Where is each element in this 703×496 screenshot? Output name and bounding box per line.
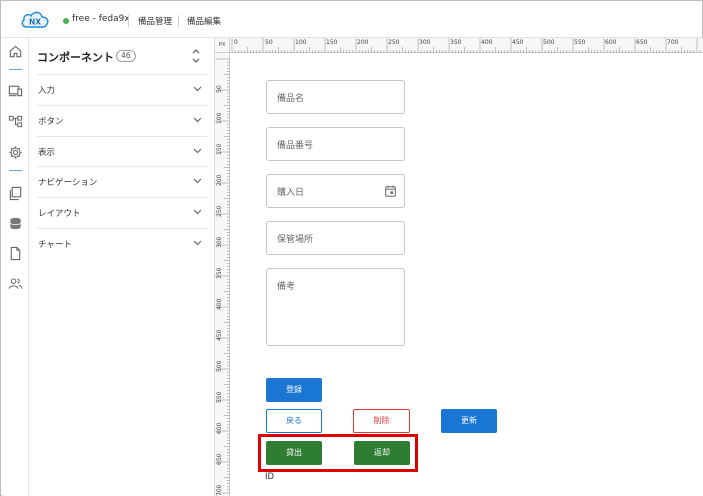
category-label: 入力 (38, 86, 56, 96)
component-panel: コンポーネント 46 入力 ボタン 表示 ナビゲーション レイアウト チャート (29, 38, 215, 496)
ruler-label: 200 (216, 174, 223, 186)
chevron-down-icon (193, 86, 202, 92)
back-button[interactable]: 戻る (266, 409, 322, 433)
ruler-unit-label: PX (215, 38, 230, 53)
component-category-list: 入力 ボタン 表示 ナビゲーション レイアウト チャート (37, 74, 207, 259)
equipment-name-field[interactable]: 備品名 (266, 80, 405, 114)
ruler-label: 650 (636, 39, 648, 46)
app-status-label[interactable]: free - feda9x (72, 14, 130, 24)
ruler-label: 350 (216, 267, 223, 279)
purchase-date-field[interactable]: 購入日 (266, 174, 405, 208)
ruler-label: 450 (216, 329, 223, 341)
breadcrumb-equipment-edit[interactable]: 備品編集 (187, 15, 221, 27)
vertical-ruler: 50 100 150 200 250 300 350 400 450 500 5… (215, 53, 230, 496)
category-label: チャート (38, 239, 72, 250)
logo-text: NX (29, 18, 41, 27)
ruler-label: 100 (216, 112, 223, 124)
ruler-label: 400 (481, 39, 493, 46)
calendar-icon[interactable] (385, 185, 396, 197)
chevron-down-icon (193, 240, 202, 246)
status-dot (63, 18, 69, 24)
category-label: ボタン (38, 116, 64, 127)
devices-icon[interactable] (8, 83, 23, 98)
ruler-label: 100 (295, 39, 307, 46)
category-label: レイアウト (38, 209, 81, 220)
category-display[interactable]: 表示 (37, 135, 207, 167)
ruler-label: 200 (357, 39, 369, 46)
chevron-down-icon (193, 178, 202, 184)
ruler-label: 300 (216, 236, 223, 248)
ruler-label: 500 (543, 39, 555, 46)
ruler-label: 350 (450, 39, 462, 46)
highlight-box (258, 434, 418, 472)
ruler-label: 450 (512, 39, 524, 46)
settings-icon[interactable] (8, 145, 23, 160)
field-placeholder: 購入日 (277, 188, 305, 198)
chevron-down-icon (193, 209, 202, 215)
ruler-label: 50 (265, 39, 273, 46)
breadcrumb-equipment-management[interactable]: 備品管理 (138, 15, 172, 27)
ruler-label: 400 (216, 298, 223, 310)
field-placeholder: 備品番号 (277, 141, 314, 151)
ruler-label: 150 (326, 39, 338, 46)
category-label: ナビゲーション (38, 178, 98, 189)
id-label: ID (265, 472, 275, 482)
ruler-label: 0 (234, 39, 238, 46)
category-label: 表示 (38, 147, 56, 158)
category-navigation[interactable]: ナビゲーション (37, 166, 207, 197)
icon-rail (2, 38, 29, 496)
delete-button[interactable]: 削除 (353, 409, 410, 433)
update-button[interactable]: 更新 (441, 409, 497, 433)
ruler-label: 500 (216, 360, 223, 372)
component-count-badge: 46 (116, 50, 136, 62)
ruler-label: 550 (574, 39, 586, 46)
database-icon[interactable] (8, 216, 23, 231)
rail-separator (9, 69, 22, 70)
ruler-label: 650 (216, 453, 223, 465)
ruler-label: 700 (667, 39, 679, 46)
chevron-down-icon (193, 148, 202, 153)
remarks-textarea[interactable]: 備考 (266, 268, 405, 346)
ruler-label: 50 (216, 85, 223, 93)
chevron-down-icon (193, 117, 202, 123)
ruler-label: 250 (388, 39, 400, 46)
storage-location-field[interactable]: 保管場所 (266, 221, 405, 255)
equipment-number-field[interactable]: 備品番号 (266, 127, 405, 161)
category-chart[interactable]: チャート (37, 227, 207, 259)
top-bar: NX free - feda9x 備品管理 備品編集 (2, 2, 702, 38)
ruler-label: 300 (419, 39, 431, 46)
field-placeholder: 備品名 (277, 94, 305, 104)
rail-separator (9, 170, 22, 171)
ruler-label: 600 (216, 422, 223, 434)
users-icon[interactable] (8, 276, 23, 291)
file-icon[interactable] (8, 246, 23, 261)
field-placeholder: 備考 (277, 282, 296, 292)
register-button[interactable]: 登録 (266, 378, 322, 402)
expand-collapse-icon[interactable] (191, 47, 201, 65)
panel-title: コンポーネント (37, 51, 114, 64)
breadcrumb-divider (178, 15, 179, 27)
app-frame: NX free - feda9x 備品管理 備品編集 コンポーネント 46 入力 (0, 0, 703, 496)
ruler-label: 150 (216, 143, 223, 155)
breadcrumb-divider (128, 15, 129, 27)
flow-icon[interactable] (8, 114, 23, 129)
category-input[interactable]: 入力 (37, 74, 207, 105)
home-icon[interactable] (8, 44, 23, 59)
category-button[interactable]: ボタン (37, 104, 207, 136)
ruler-label: 600 (605, 39, 617, 46)
field-placeholder: 保管場所 (277, 235, 314, 245)
nx-logo[interactable]: NX (20, 9, 50, 31)
pages-icon[interactable] (8, 186, 23, 201)
ruler-label: 550 (216, 391, 223, 403)
ruler-label: 700 (216, 484, 223, 496)
ruler-label: 250 (216, 205, 223, 217)
category-layout[interactable]: レイアウト (37, 197, 207, 228)
horizontal-ruler: 0 50 100 150 200 250 300 350 400 450 500… (215, 38, 703, 53)
design-canvas[interactable]: 0 50 100 150 200 250 300 350 400 450 500… (215, 38, 703, 496)
